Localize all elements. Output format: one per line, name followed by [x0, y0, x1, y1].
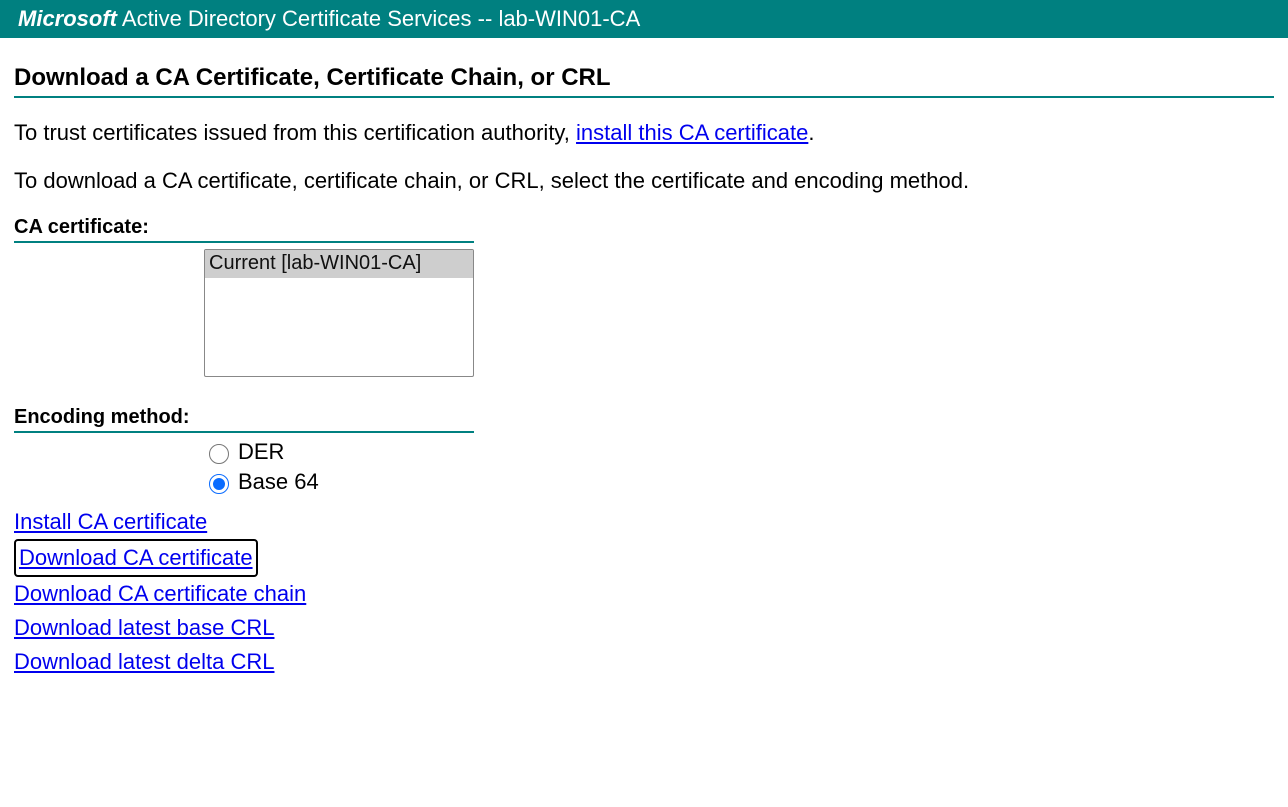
- encoding-der-radio[interactable]: [209, 444, 229, 464]
- header-banner: Microsoft Active Directory Certificate S…: [0, 0, 1288, 38]
- product-label: Active Directory Certificate Services --: [117, 6, 498, 31]
- encoding-der-label: DER: [238, 439, 284, 465]
- page-title: Download a CA Certificate, Certificate C…: [14, 64, 1274, 98]
- encoding-method-label: Encoding method:: [14, 406, 474, 433]
- brand-label: Microsoft: [18, 6, 117, 31]
- install-ca-inline-link[interactable]: install this CA certificate: [576, 120, 808, 145]
- intro-paragraph-2: To download a CA certificate, certificat…: [14, 168, 1274, 194]
- intro1-suffix: .: [808, 120, 814, 145]
- encoding-base64-radio[interactable]: [209, 474, 229, 494]
- download-ca-link[interactable]: Download CA certificate: [19, 545, 253, 570]
- ca-certificate-label: CA certificate:: [14, 216, 474, 243]
- ca-certificate-option[interactable]: Current [lab-WIN01-CA]: [205, 250, 473, 278]
- encoding-base64-label: Base 64: [238, 469, 319, 495]
- download-base-crl-link[interactable]: Download latest base CRL: [14, 615, 274, 640]
- ca-certificate-listbox[interactable]: Current [lab-WIN01-CA]: [204, 249, 474, 377]
- intro1-prefix: To trust certificates issued from this c…: [14, 120, 576, 145]
- ca-name-label: lab-WIN01-CA: [498, 6, 640, 31]
- download-ca-highlight-box: Download CA certificate: [14, 539, 258, 577]
- action-links-list: Install CA certificate Download CA certi…: [14, 505, 1274, 679]
- intro-paragraph-1: To trust certificates issued from this c…: [14, 120, 1274, 146]
- install-ca-link[interactable]: Install CA certificate: [14, 509, 207, 534]
- download-chain-link[interactable]: Download CA certificate chain: [14, 581, 306, 606]
- download-delta-crl-link[interactable]: Download latest delta CRL: [14, 649, 274, 674]
